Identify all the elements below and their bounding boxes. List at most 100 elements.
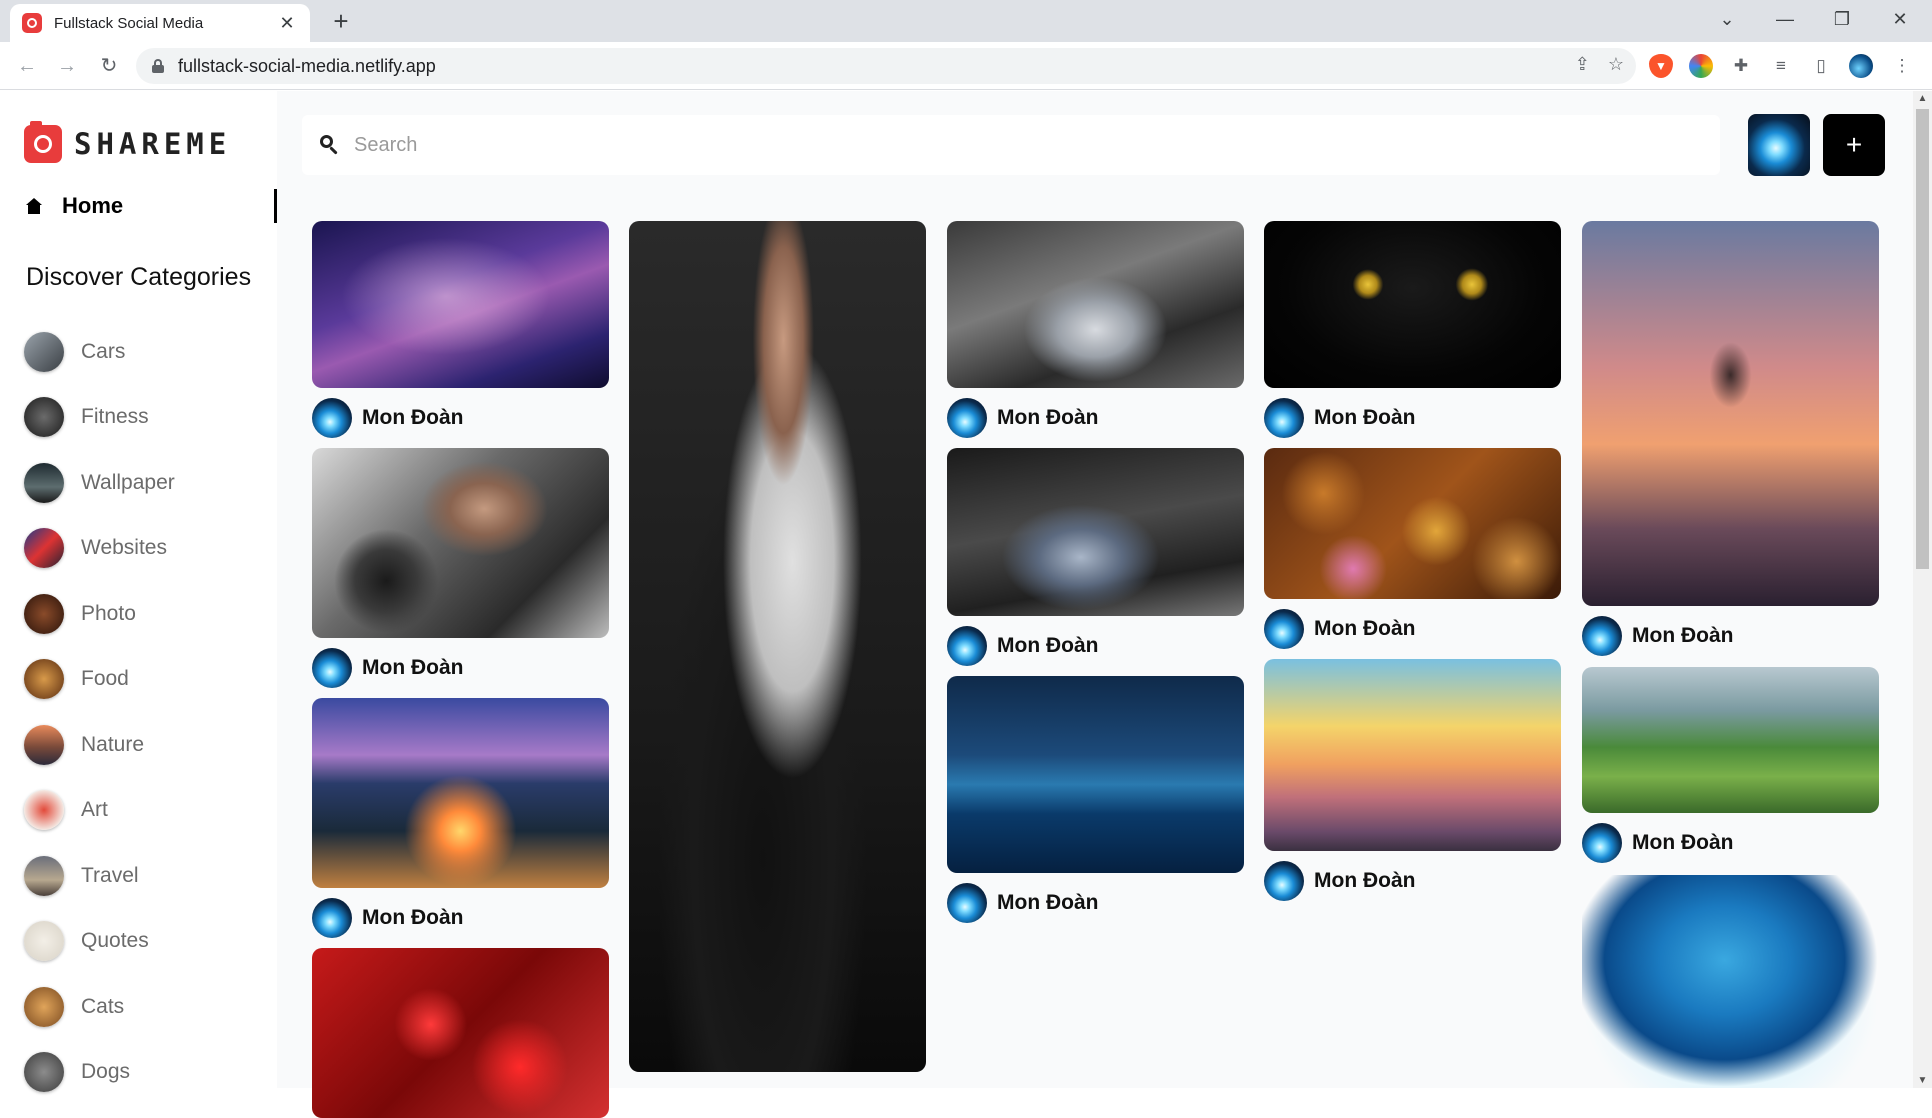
pin-author[interactable]: Mon Đoàn <box>947 398 1244 438</box>
pin-card[interactable]: Mon Đoàn <box>1264 448 1561 649</box>
pin-author[interactable]: Mon Đoàn <box>1264 398 1561 438</box>
avatar <box>312 898 352 938</box>
pin-author[interactable]: Mon Đoàn <box>947 883 1244 923</box>
search-input[interactable] <box>354 133 1654 157</box>
category-thumbnail <box>24 397 64 438</box>
category-thumbnail <box>24 986 64 1027</box>
sidebar-item-fitness[interactable]: Fitness <box>24 385 175 451</box>
omnibox[interactable]: fullstack-social-media.netlify.app ⇪ ☆ <box>136 48 1636 84</box>
sidebar-item-art[interactable]: Art <box>24 778 175 844</box>
author-name: Mon Đoàn <box>1314 406 1416 429</box>
sidebar-item-nature[interactable]: Nature <box>24 712 175 778</box>
back-icon[interactable]: ← <box>12 52 42 80</box>
sidebar: SHAREME Home Discover Categories Cars Fit… <box>0 91 277 1093</box>
pin-card[interactable]: Mon Đoàn <box>312 698 609 938</box>
pin-image[interactable] <box>947 448 1244 616</box>
user-avatar[interactable] <box>1748 114 1810 176</box>
browser-tab-bar: Fullstack Social Media ✕ + ⌄ — ❐ ✕ <box>0 0 1932 42</box>
side-panel-icon[interactable]: ▯ <box>1809 54 1833 78</box>
pin-card[interactable]: Mon Đoàn <box>1582 221 1879 656</box>
pin-image[interactable] <box>312 221 609 388</box>
pin-image[interactable] <box>312 948 609 1118</box>
tab-search-icon[interactable]: ⌄ <box>1712 6 1742 32</box>
sidebar-item-cats[interactable]: Cats <box>24 974 175 1040</box>
sidebar-item-dogs[interactable]: Dogs <box>24 1040 175 1106</box>
pin-image[interactable] <box>947 221 1244 388</box>
sidebar-item-quotes[interactable]: Quotes <box>24 909 175 975</box>
category-thumbnail <box>24 724 64 765</box>
color-picker-icon[interactable] <box>1689 54 1713 78</box>
avatar <box>312 398 352 438</box>
brave-shield-icon[interactable]: ▼ <box>1649 54 1673 78</box>
address-bar: ← → ↻ fullstack-social-media.netlify.app… <box>0 42 1932 90</box>
reload-icon[interactable]: ↻ <box>94 52 124 80</box>
sidebar-item-home[interactable]: Home <box>26 189 277 223</box>
scroll-down-icon[interactable]: ▼ <box>1913 1075 1932 1086</box>
pin-image[interactable] <box>1582 221 1879 606</box>
close-window-button[interactable]: ✕ <box>1885 6 1915 32</box>
restore-button[interactable]: ❐ <box>1827 6 1857 32</box>
pin-author[interactable]: Mon Đoàn <box>1582 616 1879 656</box>
camera-icon <box>24 121 62 163</box>
sidebar-item-label: Websites <box>81 536 167 560</box>
pin-image[interactable] <box>1264 448 1561 599</box>
pin-author[interactable]: Mon Đoàn <box>947 626 1244 666</box>
pin-card[interactable] <box>629 221 926 1072</box>
scrollbar[interactable]: ▲ ▼ <box>1913 91 1932 1088</box>
author-name: Mon Đoàn <box>362 406 464 429</box>
share-icon[interactable]: ⇪ <box>1575 54 1590 75</box>
pin-card[interactable]: Mon Đoàn <box>1264 659 1561 901</box>
sidebar-item-cars[interactable]: Cars <box>24 319 175 385</box>
pin-author[interactable]: Mon Đoàn <box>1582 823 1879 863</box>
pin-card[interactable]: Mon Đoàn <box>312 221 609 438</box>
pin-author[interactable]: Mon Đoàn <box>312 648 609 688</box>
scroll-thumb[interactable] <box>1916 109 1929 569</box>
more-menu-icon[interactable]: ⋮ <box>1890 54 1914 78</box>
category-thumbnail <box>24 593 64 634</box>
pin-author[interactable]: Mon Đoàn <box>1264 861 1561 901</box>
pin-author[interactable]: Mon Đoàn <box>312 898 609 938</box>
pin-image[interactable] <box>1582 875 1879 1088</box>
pin-author[interactable]: Mon Đoàn <box>312 398 609 438</box>
pin-image[interactable] <box>1582 667 1879 813</box>
pin-card[interactable]: Mon Đoàn <box>947 676 1244 923</box>
sidebar-item-label: Dogs <box>81 1060 131 1084</box>
sidebar-item-websites[interactable]: Websites <box>24 516 175 582</box>
pin-author[interactable]: Mon Đoàn <box>1264 609 1561 649</box>
sidebar-item-wallpaper[interactable]: Wallpaper <box>24 450 175 516</box>
minimize-button[interactable]: — <box>1770 6 1800 32</box>
sidebar-item-travel[interactable]: Travel <box>24 843 175 909</box>
sidebar-item-photo[interactable]: Photo <box>24 581 175 647</box>
search-bar[interactable] <box>302 115 1720 175</box>
sidebar-item-food[interactable]: Food <box>24 647 175 713</box>
pin-card[interactable]: Mon Đoàn <box>947 221 1244 438</box>
pin-card[interactable]: Mon Đoàn <box>312 448 609 688</box>
bookmark-star-icon[interactable]: ☆ <box>1608 54 1624 75</box>
media-queue-icon[interactable]: ≡ <box>1769 54 1793 78</box>
lock-icon[interactable] <box>152 59 164 73</box>
pin-card[interactable]: Mon Đoàn <box>1582 667 1879 863</box>
pin-card[interactable] <box>1582 875 1879 1088</box>
close-tab-icon[interactable]: ✕ <box>276 13 298 34</box>
extensions-puzzle-icon[interactable]: ✚ <box>1729 54 1753 78</box>
author-name: Mon Đoàn <box>362 906 464 929</box>
pin-card[interactable] <box>312 948 609 1118</box>
pin-card[interactable]: Mon Đoàn <box>947 448 1244 666</box>
forward-icon[interactable]: → <box>52 52 82 80</box>
category-thumbnail <box>24 921 64 962</box>
pin-image[interactable] <box>312 448 609 638</box>
pin-image[interactable] <box>629 221 926 1072</box>
logo[interactable]: SHAREME <box>24 121 231 163</box>
new-tab-button[interactable]: + <box>326 7 356 35</box>
avatar <box>947 626 987 666</box>
browser-tab[interactable]: Fullstack Social Media ✕ <box>10 4 310 42</box>
avatar <box>1264 861 1304 901</box>
pin-image[interactable] <box>312 698 609 888</box>
profile-avatar[interactable] <box>1849 54 1873 78</box>
pin-image[interactable] <box>1264 221 1561 388</box>
pin-image[interactable] <box>947 676 1244 873</box>
create-pin-button[interactable]: + <box>1823 114 1885 176</box>
pin-card[interactable]: Mon Đoàn <box>1264 221 1561 438</box>
scroll-up-icon[interactable]: ▲ <box>1913 93 1932 104</box>
pin-image[interactable] <box>1264 659 1561 851</box>
